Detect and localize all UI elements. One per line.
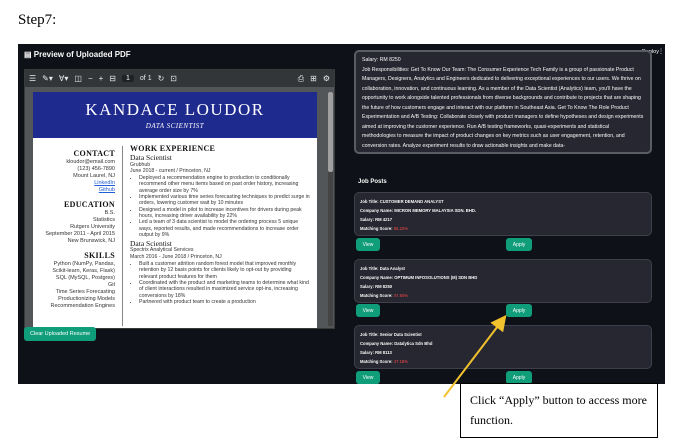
apply-button[interactable]: Apply xyxy=(506,304,532,317)
job-dates: June 2018 - current / Princeton, NJ xyxy=(130,167,211,174)
job-post-title: Data Analyst xyxy=(379,266,405,271)
skill-line: Time Series Forecasting xyxy=(55,289,115,295)
education-line: B.S. xyxy=(104,210,115,216)
resume-page: KANDACE LOUDOR DATA SCIENTIST CONTACT kl… xyxy=(33,92,317,328)
education-heading: EDUCATION xyxy=(63,200,115,209)
preview-header: ▤ Preview of Uploaded PDF xyxy=(24,50,131,59)
github-link[interactable]: Github xyxy=(33,187,115,194)
job-bullet: Implemented various time series forecast… xyxy=(139,194,310,207)
more-menu-icon[interactable]: ⋮ xyxy=(658,48,664,55)
pdf-viewer[interactable]: ☰ ✎▾ ∀▾ ◫ − + ⊟ 1 of 1 ↻ ⊡ ⎙ ⊞ ⚙ KANDACE… xyxy=(24,69,335,329)
skill-line: Git xyxy=(107,282,115,288)
job-bullet: Coordinated with the product and marketi… xyxy=(139,280,310,299)
job-description-box[interactable]: Salary: RM 8250 Job Responsibilities: Ge… xyxy=(354,50,652,154)
job-post-score: 47.84% xyxy=(393,293,408,298)
contact-line: kloudor@email.com xyxy=(66,159,115,165)
job-post-company: OPTIMUM INFOSOLUTIONS (M) SDN BHD xyxy=(394,275,478,280)
job-post-card: Job Title: Senior Data Scientist Company… xyxy=(354,325,652,369)
zoom-out-icon[interactable]: − xyxy=(88,74,93,83)
fit-page-icon[interactable]: ⊟ xyxy=(109,74,116,83)
job-post-company: Datalytica Sdn Bhd xyxy=(394,341,433,346)
view-button[interactable]: View xyxy=(356,304,380,317)
job-post-salary: Salary: RM 8250 xyxy=(360,284,393,289)
skills-heading: SKILLS xyxy=(84,251,115,260)
skill-line: Productionizing Models xyxy=(58,296,115,302)
pdf-toolbar: ☰ ✎▾ ∀▾ ◫ − + ⊟ 1 of 1 ↻ ⊡ ⎙ ⊞ ⚙ xyxy=(25,70,334,87)
print-icon[interactable]: ⎙ xyxy=(298,74,304,84)
job-bullet: Deployed a recommendation engine to prod… xyxy=(139,175,310,194)
job-bullet: Designed a model in pilot to increase in… xyxy=(139,207,310,220)
resume-name: KANDACE LOUDOR xyxy=(85,100,265,119)
job-post-score: 55.22% xyxy=(393,226,408,231)
linkedin-link[interactable]: LinkedIn xyxy=(33,180,115,187)
education-line: Rutgers University xyxy=(70,224,115,230)
education-line: Statistics xyxy=(92,217,115,223)
resume-left-column: CONTACT kloudor@email.com (123) 456-7890… xyxy=(33,146,115,310)
clear-uploaded-resume-button[interactable]: Clear Uploaded Resume xyxy=(24,327,97,341)
instruction-callout: Click “Apply” button to access more func… xyxy=(460,383,658,438)
job-bullets: Built a customer attrition random forest… xyxy=(130,261,310,305)
education-line: September 2011 - April 2015 xyxy=(45,231,115,237)
job-post-title: CUSTOMER DEMAND ANALYST xyxy=(379,199,444,204)
contact-line: Mount Laurel, NJ xyxy=(73,173,115,179)
job-posts-title: Job Posts xyxy=(358,179,387,185)
skill-line: SQL (MySQL, Postgres) xyxy=(55,275,115,281)
step-title: Step7: xyxy=(18,12,57,28)
resume-right-column: WORK EXPERIENCE Data Scientist Grubhub J… xyxy=(130,144,310,306)
rotate-icon[interactable]: ↻ xyxy=(158,74,165,83)
resume-header: KANDACE LOUDOR DATA SCIENTIST xyxy=(33,92,317,138)
contact-heading: CONTACT xyxy=(73,149,115,158)
view-button[interactable]: View xyxy=(356,238,380,251)
job-bullet: Partnered with product team to create a … xyxy=(139,299,310,305)
job-post-score: 47.18% xyxy=(393,359,408,364)
draw-icon[interactable]: ∀▾ xyxy=(59,74,69,83)
save-icon[interactable]: ⊞ xyxy=(310,74,317,84)
education-line: New Brunswick, NJ xyxy=(67,238,115,244)
apply-button[interactable]: Apply xyxy=(506,238,532,251)
skill-line: Scikit-learn, Keras, Flask) xyxy=(52,268,115,274)
job-dates: March 2016 - June 2018 / Princeton, NJ xyxy=(130,253,222,260)
resume-divider xyxy=(122,146,123,326)
settings-icon[interactable]: ⚙ xyxy=(323,74,330,84)
page-number-input[interactable]: 1 xyxy=(122,75,134,82)
view-button[interactable]: View xyxy=(356,371,380,384)
menu-icon[interactable]: ☰ xyxy=(29,74,36,83)
page-total: of 1 xyxy=(139,75,152,82)
job-post-salary: Salary: RM 4217 xyxy=(360,217,393,222)
job-post-salary: Salary: RM 8113 xyxy=(360,350,392,355)
job-post-card: Job Title: Data Analyst Company Name: OP… xyxy=(354,259,652,303)
experience-heading: WORK EXPERIENCE xyxy=(130,144,216,153)
job-description-text: Job Responsibilities: Get To Know Our Te… xyxy=(362,66,644,149)
pdf-scrollbar-thumb[interactable] xyxy=(328,92,333,172)
skill-line: Python (NumPy, Pandas, xyxy=(53,261,115,267)
skill-line: Recommendation Engines xyxy=(50,303,115,309)
highlight-icon[interactable]: ✎▾ xyxy=(42,74,53,83)
page-view-icon[interactable]: ⊡ xyxy=(170,74,177,83)
job-post-title: Senior Data Scientist xyxy=(379,332,422,337)
read-aloud-icon[interactable]: ◫ xyxy=(74,74,82,83)
job-bullet: Led a team of 3 data scientist to model … xyxy=(139,219,310,238)
resume-role: DATA SCIENTIST xyxy=(145,122,205,130)
pdf-scrollbar[interactable] xyxy=(328,92,333,326)
job-post-card: Job Title: CUSTOMER DEMAND ANALYST Compa… xyxy=(354,192,652,236)
job-bullets: Deployed a recommendation engine to prod… xyxy=(130,175,310,238)
file-icon: ▤ xyxy=(24,50,34,59)
zoom-in-icon[interactable]: + xyxy=(99,74,104,83)
app-window: ▤ Preview of Uploaded PDF ☰ ✎▾ ∀▾ ◫ − + … xyxy=(18,44,665,384)
job-description-salary: Salary: RM 8250 xyxy=(362,57,401,63)
contact-line: (123) 456-7890 xyxy=(77,166,115,172)
job-post-company: MICRON MEMORY MALAYSIA SDN. BHD. xyxy=(394,208,477,213)
job-bullet: Built a customer attrition random forest… xyxy=(139,261,310,280)
